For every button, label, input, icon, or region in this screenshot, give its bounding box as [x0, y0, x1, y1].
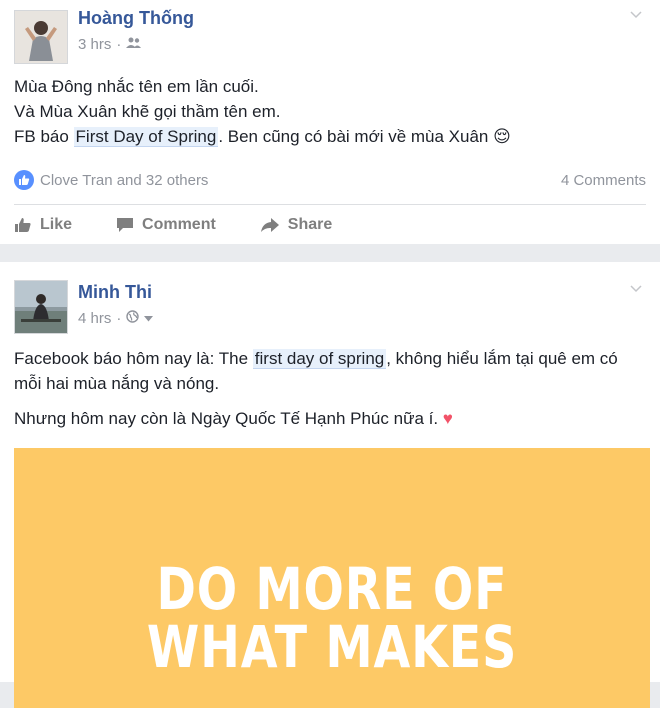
post-text: Facebook báo hôm nay là: The first day o… — [14, 346, 646, 431]
post-time[interactable]: 3 hrs — [78, 36, 111, 53]
post-image[interactable]: DO MORE OF WHAT MAKES — [14, 448, 650, 708]
share-icon — [260, 218, 279, 232]
author-avatar[interactable] — [14, 10, 68, 64]
post-text: Mùa Đông nhắc tên em lần cuối. Và Mùa Xu… — [14, 74, 646, 149]
post-hoang-thong: Hoàng Thống 3 hrs · Mùa Đông nhắc tên em… — [0, 0, 660, 244]
like-button[interactable]: Like — [14, 216, 72, 234]
divider — [14, 204, 646, 205]
post-meta: 4 hrs · — [78, 310, 154, 327]
like-reaction-icon — [14, 170, 34, 190]
post-time[interactable]: 4 hrs — [78, 310, 111, 327]
chevron-down-icon[interactable] — [630, 8, 642, 20]
author-avatar[interactable] — [14, 280, 68, 334]
relieved-emoji-icon: 😌 — [493, 127, 511, 146]
post-minh-thi: Minh Thi 4 hrs · Facebook báo hôm nay là… — [0, 262, 660, 708]
highlighted-phrase[interactable]: first day of spring — [252, 349, 387, 369]
comment-icon — [117, 218, 134, 232]
reactions-count[interactable]: Clove Tran and 32 others — [40, 172, 561, 189]
post-line: FB báo First Day of Spring. Ben cũng có … — [14, 127, 511, 147]
author-name[interactable]: Hoàng Thống — [78, 8, 194, 29]
highlighted-phrase[interactable]: First Day of Spring — [73, 127, 219, 147]
friends-icon[interactable] — [126, 36, 142, 53]
post-line: Mùa Đông nhắc tên em lần cuối. — [14, 77, 259, 96]
heart-emoji-icon: ♥ — [442, 409, 453, 428]
thumbs-up-icon — [15, 218, 31, 232]
globe-icon[interactable] — [126, 310, 140, 327]
reactions-bar: Clove Tran and 32 others 4 Comments — [14, 168, 646, 192]
author-name[interactable]: Minh Thi — [78, 282, 152, 303]
post-line: Và Mùa Xuân khẽ gọi thầm tên em. — [14, 102, 281, 121]
post-meta: 3 hrs · — [78, 36, 142, 53]
post-paragraph: Nhưng hôm nay còn là Ngày Quốc Tế Hạnh P… — [14, 409, 453, 428]
poster-text: DO MORE OF WHAT MAKES — [146, 555, 518, 681]
share-button[interactable]: Share — [260, 216, 332, 234]
comment-button[interactable]: Comment — [116, 216, 216, 234]
chevron-down-icon[interactable] — [630, 282, 642, 294]
post-actions: Like Comment Share — [14, 212, 332, 238]
comments-count[interactable]: 4 Comments — [561, 172, 646, 189]
post-paragraph: Facebook báo hôm nay là: The first day o… — [14, 349, 618, 393]
caret-down-icon[interactable] — [143, 310, 154, 327]
